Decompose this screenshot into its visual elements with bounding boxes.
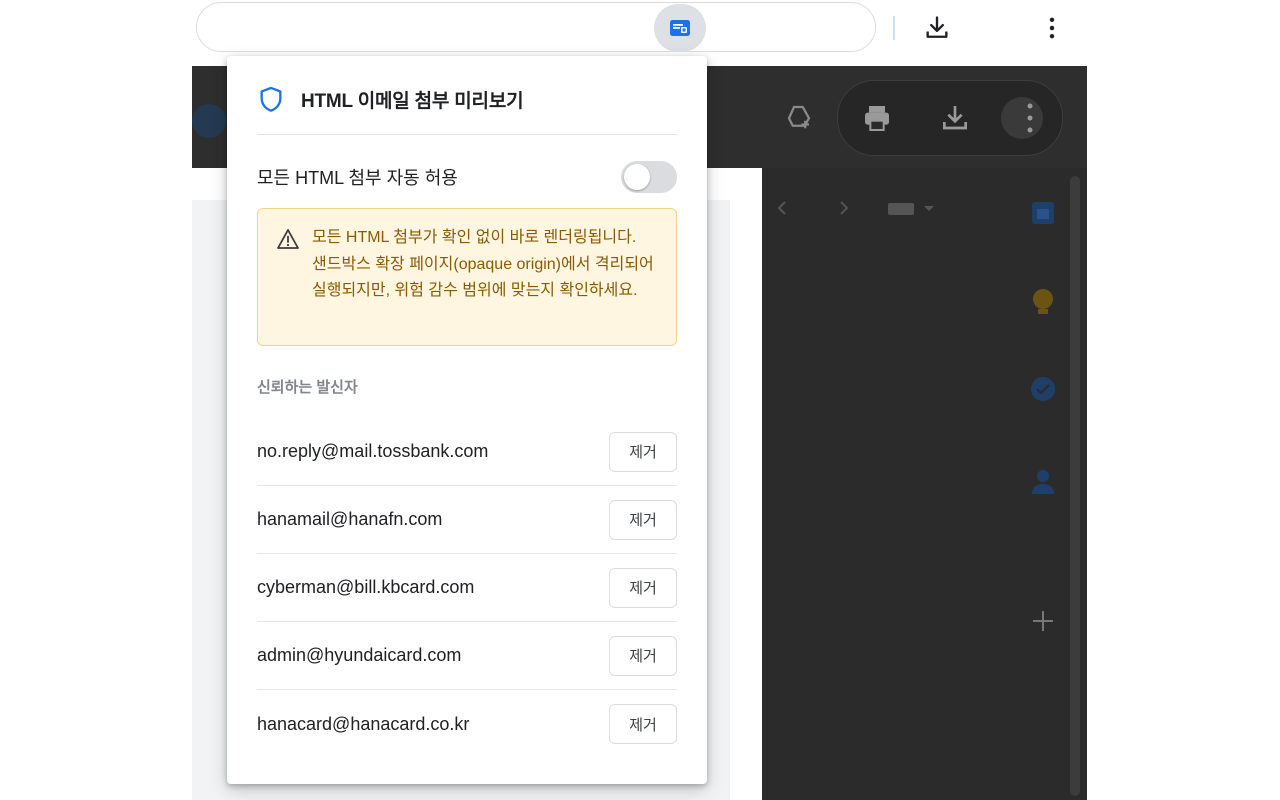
calendar-icon <box>1030 200 1056 226</box>
warning-text: 모든 HTML 첨부가 확인 없이 바로 렌더링됩니다. 샌드박스 확장 페이지… <box>312 229 654 299</box>
sender-email: admin@hyundaicard.com <box>257 645 462 665</box>
background-profile-icon <box>1000 96 1044 140</box>
remove-button[interactable]: 제거 <box>609 635 677 676</box>
remove-button[interactable]: 제거 <box>609 704 677 744</box>
download-button[interactable] <box>919 10 955 46</box>
sender-email: cyberman@bill.kbcard.com <box>257 577 475 597</box>
auto-allow-row: 모든 HTML 첨부 자동 허용 <box>257 160 677 194</box>
kebab-menu-icon <box>1049 17 1055 39</box>
chevron-right-icon <box>834 198 854 218</box>
auto-allow-label: 모든 HTML 첨부 자동 허용 <box>257 168 458 188</box>
shield-icon <box>260 86 282 112</box>
divider <box>257 134 677 135</box>
remove-button[interactable]: 제거 <box>609 499 677 540</box>
keyboard-dropdown-icon <box>888 200 940 216</box>
remove-button[interactable]: 제거 <box>609 431 677 472</box>
list-item: cyberman@bill.kbcard.com 제거 <box>257 554 677 622</box>
download-icon <box>926 16 948 38</box>
list-item: hanamail@hanafn.com 제거 <box>257 486 677 554</box>
warning-box: 모든 HTML 첨부가 확인 없이 바로 렌더링됩니다. 샌드박스 확장 페이지… <box>257 208 677 346</box>
list-item: hanacard@hanacard.co.kr 제거 <box>257 690 677 758</box>
contacts-icon <box>1030 468 1056 494</box>
remove-button[interactable]: 제거 <box>609 567 677 608</box>
background-scrollbar <box>1070 176 1080 796</box>
toolbar-separator <box>893 16 895 40</box>
trusted-senders-list: no.reply@mail.tossbank.com 제거 hanamail@h… <box>257 418 677 758</box>
warning-triangle-icon <box>277 229 299 249</box>
keep-bulb-icon <box>1030 288 1056 318</box>
sender-email: hanamail@hanafn.com <box>257 509 443 529</box>
tasks-icon <box>1030 376 1056 402</box>
popup-title: HTML 이메일 첨부 미리보기 <box>301 90 524 112</box>
address-bar[interactable] <box>196 2 876 52</box>
html-attachment-extension-icon <box>670 20 690 36</box>
chevron-left-icon <box>772 198 792 218</box>
sender-email: hanacard@hanacard.co.kr <box>257 713 470 734</box>
browser-menu-button[interactable] <box>1034 10 1070 46</box>
sender-email: no.reply@mail.tossbank.com <box>257 441 489 461</box>
list-item: no.reply@mail.tossbank.com 제거 <box>257 418 677 486</box>
print-icon <box>859 102 895 134</box>
toggle-knob <box>624 164 650 190</box>
popup-header: HTML 이메일 첨부 미리보기 <box>257 84 524 114</box>
extension-popup: HTML 이메일 첨부 미리보기 모든 HTML 첨부 자동 허용 모든 HTM… <box>227 56 707 784</box>
background-download-icon <box>939 102 971 134</box>
add-icon <box>1030 608 1056 634</box>
auto-allow-toggle[interactable] <box>621 161 677 193</box>
trusted-senders-heading: 신뢰하는 발신자 <box>257 379 358 396</box>
extension-button[interactable] <box>654 4 706 52</box>
list-item: admin@hyundaicard.com 제거 <box>257 622 677 690</box>
add-to-drive-icon <box>784 102 814 132</box>
background-avatar-icon <box>192 104 226 138</box>
